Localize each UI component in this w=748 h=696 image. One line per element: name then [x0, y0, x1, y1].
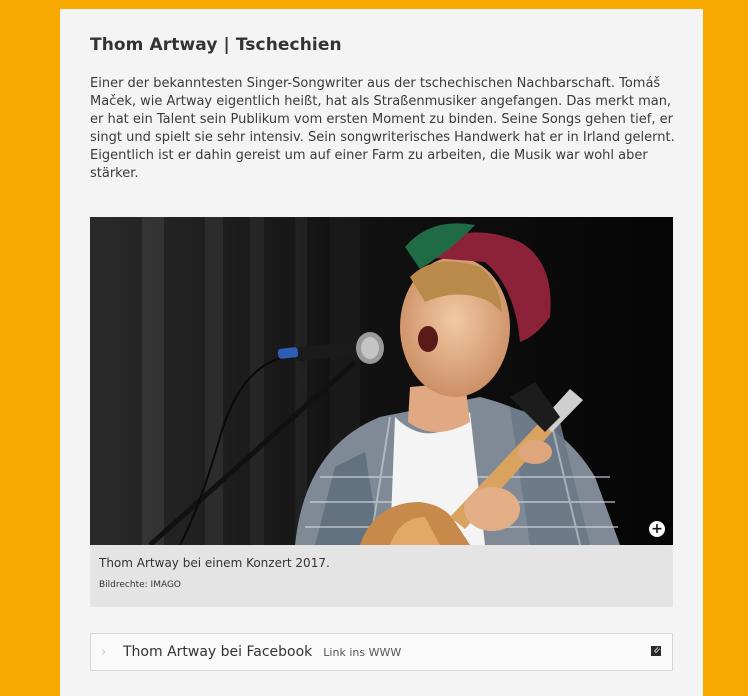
zoom-icon[interactable]: +: [649, 521, 665, 537]
caption-box: Thom Artway bei einem Konzert 2017. Bild…: [90, 545, 673, 607]
facebook-link[interactable]: › Thom Artway bei Facebook Link ins WWW: [90, 633, 673, 671]
external-link-icon: [651, 645, 662, 656]
article-body: Einer der bekanntesten Singer-Songwriter…: [90, 76, 675, 181]
photo-credit: Bildrechte: IMAGO: [99, 580, 182, 590]
photo-caption: Thom Artway bei einem Konzert 2017.: [99, 556, 330, 570]
concert-photo[interactable]: +: [90, 217, 673, 545]
article-title: Thom Artway | Tschechien: [90, 35, 342, 55]
link-label[interactable]: Thom Artway bei Facebook: [123, 644, 312, 660]
chevron-right-icon: ›: [101, 644, 107, 660]
photo-illustration: [90, 217, 673, 545]
photo-figure: + Thom Artway bei einem Konzert 2017. Bi…: [90, 217, 673, 607]
link-sublabel: Link ins WWW: [323, 645, 402, 659]
article-panel: Thom Artway | Tschechien Einer der bekan…: [60, 9, 703, 696]
